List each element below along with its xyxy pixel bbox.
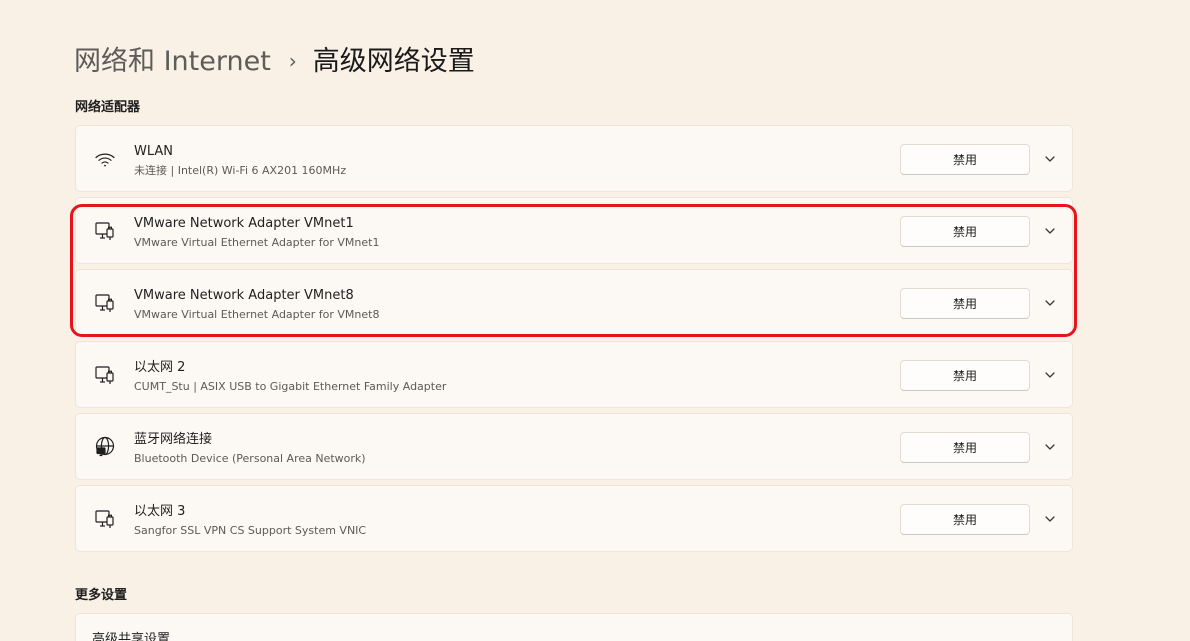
adapter-description: Bluetooth Device (Personal Area Network) [134,452,366,465]
adapter-description: Sangfor SSL VPN CS Support System VNIC [134,524,367,537]
disable-button[interactable]: 禁用 [900,504,1030,535]
ethernet-icon [93,507,117,531]
chevron-down-icon[interactable] [1038,435,1062,459]
adapter-description: VMware Virtual Ethernet Adapter for VMne… [134,236,380,249]
chevron-down-icon[interactable] [1038,219,1062,243]
disable-button[interactable]: 禁用 [900,288,1030,319]
chevron-down-icon[interactable] [1038,147,1062,171]
adapter-name: VMware Network Adapter VMnet8 [134,288,354,303]
chevron-down-icon[interactable] [1038,291,1062,315]
disable-button[interactable]: 禁用 [900,144,1030,175]
adapter-card-wlan[interactable]: WLAN 未连接 | Intel(R) Wi-Fi 6 AX201 160MHz… [75,125,1073,192]
adapter-card-ethernet-2[interactable]: 以太网 2 CUMT_Stu | ASIX USB to Gigabit Eth… [75,341,1073,408]
ethernet-icon [93,363,117,387]
adapter-card-vmnet1[interactable]: VMware Network Adapter VMnet1 VMware Vir… [75,197,1073,264]
adapter-description: 未连接 | Intel(R) Wi-Fi 6 AX201 160MHz [134,164,347,177]
breadcrumb: 网络和 Internet › 高级网络设置 [74,44,475,80]
settings-page: 网络和 Internet › 高级网络设置 网络适配器 WLAN 未连接 | I… [0,0,1190,641]
adapter-name: 以太网 3 [134,504,186,519]
adapter-card-bluetooth[interactable]: 蓝牙网络连接 Bluetooth Device (Personal Area N… [75,413,1073,480]
chevron-down-icon[interactable] [1038,507,1062,531]
section-title-more-settings: 更多设置 [75,588,128,603]
adapter-name: 蓝牙网络连接 [134,432,213,447]
ethernet-icon [93,219,117,243]
adapter-description: CUMT_Stu | ASIX USB to Gigabit Ethernet … [134,380,447,393]
adapter-card-ethernet-3[interactable]: 以太网 3 Sangfor SSL VPN CS Support System … [75,485,1073,552]
adapter-card-vmnet8[interactable]: VMware Network Adapter VMnet8 VMware Vir… [75,269,1073,336]
chevron-down-icon[interactable] [1038,363,1062,387]
disable-button[interactable]: 禁用 [900,432,1030,463]
ethernet-icon [93,291,117,315]
page-title: 高级网络设置 [312,46,475,77]
adapter-description: VMware Virtual Ethernet Adapter for VMne… [134,308,380,321]
adapter-name: WLAN [134,144,174,159]
disable-button[interactable]: 禁用 [900,216,1030,247]
section-title-network-adapters: 网络适配器 [75,100,141,115]
adapter-name: VMware Network Adapter VMnet1 [134,216,354,231]
adapter-name: 以太网 2 [134,360,186,375]
advanced-sharing-settings-item[interactable]: 高级共享设置 [75,613,1073,641]
wifi-icon [93,147,117,171]
advanced-sharing-settings-label: 高级共享设置 [92,632,171,641]
breadcrumb-chevron-icon: › [288,49,297,73]
globe-network-icon [93,435,117,459]
breadcrumb-parent-link[interactable]: 网络和 Internet [74,44,271,80]
disable-button[interactable]: 禁用 [900,360,1030,391]
